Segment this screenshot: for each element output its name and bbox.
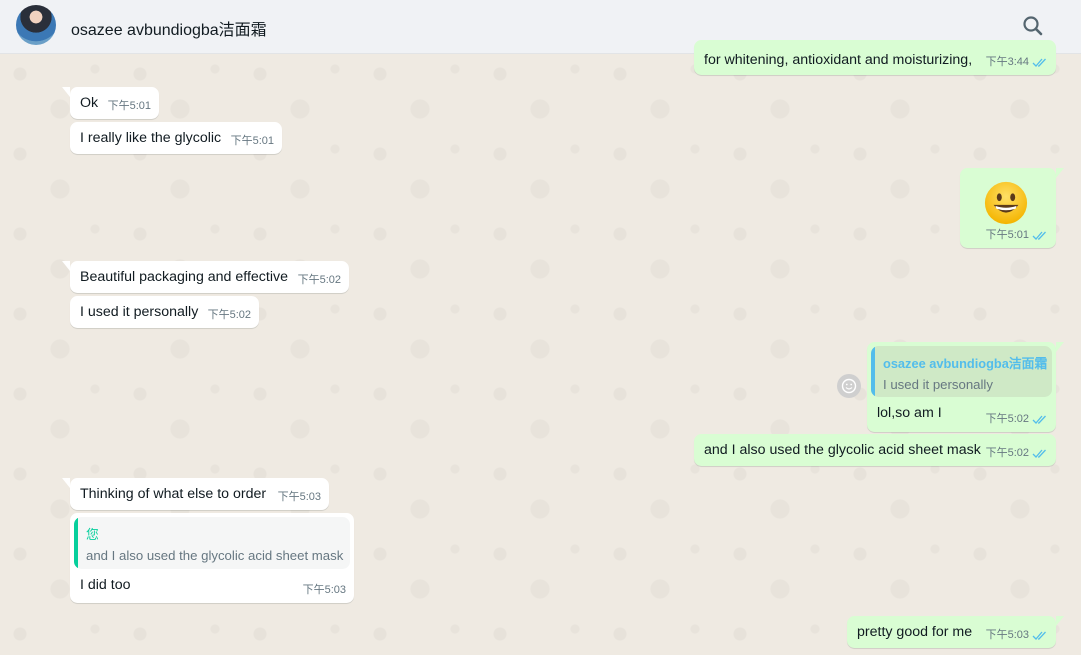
- grinning-face-emoji-icon: [984, 181, 1028, 225]
- message-meta: 下午3:44: [986, 53, 1048, 72]
- message-time: 下午5:02: [985, 447, 1029, 459]
- incoming-message[interactable]: Thinking of what else to order 下午5:03: [62, 478, 329, 510]
- search-icon[interactable]: [1020, 13, 1046, 39]
- message-time: 下午5:03: [277, 491, 321, 503]
- read-ticks-icon: [1032, 231, 1046, 240]
- read-ticks-icon: [1032, 58, 1046, 67]
- message-meta: 下午5:02: [986, 410, 1048, 429]
- quote-author: 您: [86, 527, 99, 542]
- quoted-message[interactable]: 您 and I also used the glycolic acid shee…: [74, 517, 350, 569]
- avatar[interactable]: [16, 5, 56, 45]
- message-text: pretty good for me: [857, 624, 973, 640]
- message-meta: 下午5:01: [986, 226, 1048, 245]
- message-meta: 下午5:02: [208, 306, 251, 325]
- message-text: and I also used the glycolic acid sheet …: [704, 442, 981, 458]
- incoming-message[interactable]: I really like the glycolic 下午5:01: [70, 122, 282, 154]
- outgoing-message[interactable]: osazee avbundiogba洁面霜 I used it personal…: [867, 342, 1064, 432]
- message-time: 下午3:44: [985, 56, 1029, 68]
- read-ticks-icon: [1032, 449, 1046, 458]
- read-ticks-icon: [1032, 415, 1046, 424]
- quote-text: I used it personally: [883, 377, 993, 392]
- message-text: Beautiful packaging and effective: [80, 269, 288, 285]
- bubble-tail: [1056, 168, 1064, 178]
- message-time: 下午5:02: [207, 309, 251, 321]
- quote-bar: [74, 517, 78, 569]
- message-time: 下午5:01: [985, 229, 1029, 241]
- bubble-tail: [62, 478, 70, 488]
- contact-name[interactable]: osazee avbundiogba洁面霜: [71, 16, 267, 40]
- read-ticks-icon: [1032, 631, 1046, 640]
- bubble-tail: [1056, 342, 1064, 352]
- outgoing-message[interactable]: for whitening, antioxidant and moisturiz…: [694, 40, 1056, 75]
- message-meta: 下午5:03: [986, 626, 1048, 645]
- message-meta: 下午5:01: [108, 97, 151, 116]
- smiley-icon: [841, 378, 857, 394]
- bubble-tail: [62, 261, 70, 271]
- message-text: Ok: [80, 95, 99, 111]
- incoming-message[interactable]: I used it personally 下午5:02: [70, 296, 259, 328]
- message-time: 下午5:01: [107, 100, 151, 112]
- message-time: 下午5:02: [985, 413, 1029, 425]
- message-time: 下午5:01: [230, 135, 274, 147]
- message-meta: 下午5:03: [278, 488, 321, 507]
- quote-text: and I also used the glycolic acid sheet …: [86, 548, 344, 563]
- bubble-tail: [1056, 616, 1064, 626]
- message-time: 下午5:03: [985, 629, 1029, 641]
- message-text: lol,so am I: [877, 405, 942, 421]
- message-text: Thinking of what else to order: [80, 486, 267, 502]
- reaction-button[interactable]: [837, 374, 861, 398]
- message-text: I really like the glycolic: [80, 130, 222, 146]
- incoming-message[interactable]: Beautiful packaging and effective 下午5:02: [62, 261, 349, 293]
- message-meta: 下午5:02: [298, 271, 341, 290]
- quote-author: osazee avbundiogba洁面霜: [883, 356, 1048, 371]
- message-meta: 下午5:02: [986, 444, 1048, 463]
- quoted-message[interactable]: osazee avbundiogba洁面霜 I used it personal…: [871, 346, 1052, 397]
- message-text: I did too: [80, 577, 131, 593]
- message-meta: 下午5:01: [231, 132, 274, 151]
- quote-bar: [871, 346, 875, 397]
- message-time: 下午5:03: [302, 584, 346, 596]
- message-text: for whitening, antioxidant and moisturiz…: [704, 52, 973, 68]
- outgoing-message[interactable]: pretty good for me 下午5:03: [847, 616, 1064, 648]
- message-time: 下午5:02: [297, 274, 341, 286]
- message-meta: 下午5:03: [303, 581, 346, 600]
- message-text: I used it personally: [80, 304, 199, 320]
- outgoing-message[interactable]: and I also used the glycolic acid sheet …: [694, 434, 1056, 466]
- incoming-message[interactable]: Ok 下午5:01: [62, 87, 159, 119]
- bubble-tail: [62, 87, 70, 97]
- incoming-message[interactable]: 您 and I also used the glycolic acid shee…: [70, 513, 354, 603]
